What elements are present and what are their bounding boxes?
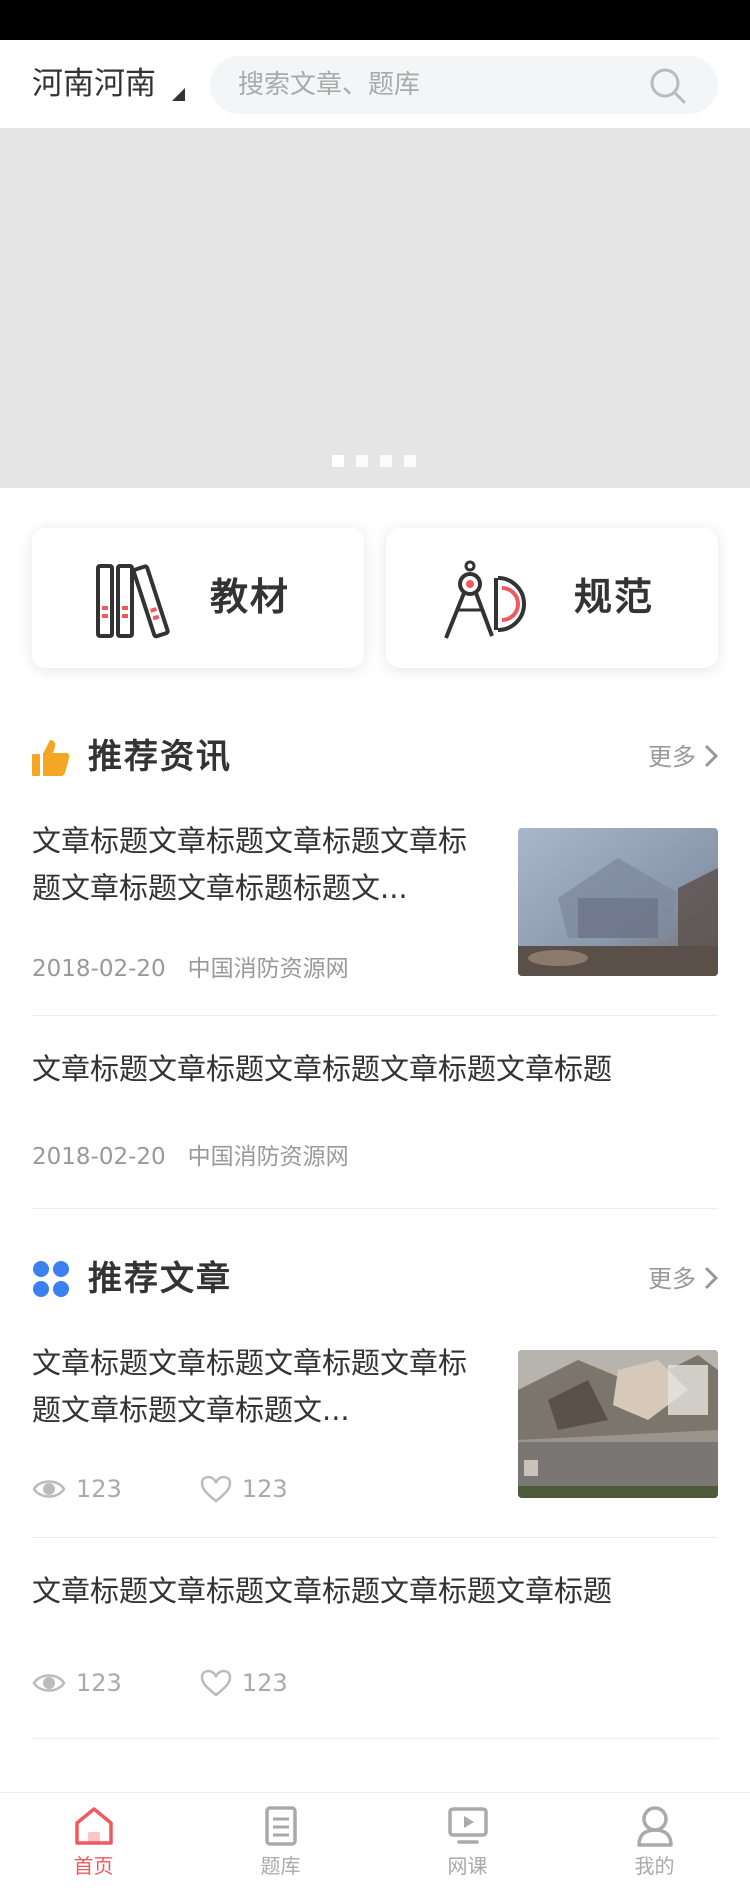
article-title[interactable]: 文章标题文章标题文章标题文章标题文章标题文章标题文... xyxy=(32,1340,482,1434)
article-stats: 123 123 xyxy=(32,1668,366,1698)
carousel-dot[interactable] xyxy=(332,455,344,467)
articles-section-header: 推荐文章 更多 xyxy=(32,1254,718,1304)
chevron-right-icon[interactable] xyxy=(704,744,718,768)
eye-icon xyxy=(32,1674,66,1692)
chevron-right-icon[interactable] xyxy=(704,1266,718,1290)
more-link[interactable]: 更多 xyxy=(648,742,696,772)
home-icon[interactable] xyxy=(73,1805,115,1847)
tab-label: 网课 xyxy=(447,1854,488,1878)
books-icon xyxy=(96,564,170,639)
divider xyxy=(32,1738,718,1739)
carousel-dot[interactable] xyxy=(380,455,392,467)
tab-online-course[interactable]: 网课 xyxy=(374,1793,561,1890)
article-date: 2018-02-20 xyxy=(32,956,166,982)
article-meta: 2018-02-20 中国消防资源网 xyxy=(32,1142,371,1172)
divider xyxy=(32,1015,718,1016)
eye-icon xyxy=(32,1480,66,1498)
article-stats: 123 123 xyxy=(32,1474,366,1504)
video-icon[interactable] xyxy=(447,1805,489,1847)
like-count-value: 123 xyxy=(241,1475,288,1503)
search-input[interactable]: 搜索文章、题库 xyxy=(238,69,420,101)
thumbs-up-icon xyxy=(32,740,70,776)
like-count[interactable]: 123 xyxy=(200,1474,310,1504)
tab-label: 首页 xyxy=(73,1854,114,1878)
section-title: 推荐资讯 xyxy=(88,737,232,777)
article-date: 2018-02-20 xyxy=(32,1144,166,1170)
article-title[interactable]: 文章标题文章标题文章标题文章标题文章标题文章标题标题文... xyxy=(32,818,482,912)
carousel-indicator xyxy=(332,455,416,467)
book-icon[interactable] xyxy=(260,1805,302,1847)
like-count-value: 123 xyxy=(241,1669,288,1697)
search-icon[interactable] xyxy=(648,66,688,106)
bottom-tab-bar: 首页 题库 网课 我的 xyxy=(0,1792,750,1890)
news-item[interactable]: 文章标题文章标题文章标题文章标题文章标题文章标题标题文... 2018-02-2… xyxy=(32,818,718,983)
user-icon[interactable] xyxy=(634,1805,676,1847)
top-header: 河南河南 搜索文章、题库 xyxy=(0,40,750,128)
article-title[interactable]: 文章标题文章标题文章标题文章标题文章标题 xyxy=(32,1046,718,1093)
carousel-dot[interactable] xyxy=(404,455,416,467)
carousel-dot[interactable] xyxy=(356,455,368,467)
news-item[interactable]: 文章标题文章标题文章标题文章标题文章标题 2018-02-20 中国消防资源网 xyxy=(32,1046,718,1176)
tab-label: 题库 xyxy=(260,1854,301,1878)
divider xyxy=(32,1208,718,1209)
article-thumbnail[interactable] xyxy=(518,1350,718,1498)
more-link[interactable]: 更多 xyxy=(648,1264,696,1294)
article-meta: 2018-02-20 中国消防资源网 xyxy=(32,954,371,984)
status-bar xyxy=(0,0,750,40)
search-bar[interactable]: 搜索文章、题库 xyxy=(210,56,718,114)
category-standard-card[interactable]: 规范 xyxy=(386,528,718,668)
article-source: 中国消防资源网 xyxy=(187,956,349,982)
like-count[interactable]: 123 xyxy=(200,1668,310,1698)
banner-carousel[interactable] xyxy=(0,128,750,488)
news-section-header: 推荐资讯 更多 xyxy=(32,732,718,782)
view-count-value: 123 xyxy=(76,1669,122,1697)
compass-ruler-icon xyxy=(444,560,526,639)
article-item[interactable]: 文章标题文章标题文章标题文章标题文章标题文章标题文... 123 123 xyxy=(32,1340,718,1505)
divider xyxy=(32,1537,718,1538)
article-thumbnail[interactable] xyxy=(518,828,718,976)
city-selector[interactable]: 河南河南 xyxy=(32,64,156,104)
tab-home[interactable]: 首页 xyxy=(0,1793,187,1890)
article-item[interactable]: 文章标题文章标题文章标题文章标题文章标题 123 123 xyxy=(32,1568,718,1708)
article-title[interactable]: 文章标题文章标题文章标题文章标题文章标题 xyxy=(32,1568,718,1615)
view-count-value: 123 xyxy=(76,1475,122,1503)
category-textbook-card[interactable]: 教材 xyxy=(32,528,364,668)
heart-icon[interactable] xyxy=(200,1475,232,1503)
view-count: 123 xyxy=(32,1474,144,1504)
grid-icon xyxy=(33,1261,69,1297)
category-label: 教材 xyxy=(210,575,291,619)
category-label: 规范 xyxy=(574,575,655,619)
tab-profile[interactable]: 我的 xyxy=(561,1793,748,1890)
tab-label: 我的 xyxy=(634,1854,675,1878)
section-title: 推荐文章 xyxy=(88,1259,232,1299)
caret-down-icon[interactable] xyxy=(172,88,185,101)
tab-question-bank[interactable]: 题库 xyxy=(187,1793,374,1890)
article-source: 中国消防资源网 xyxy=(187,1144,349,1170)
view-count: 123 xyxy=(32,1668,144,1698)
heart-icon[interactable] xyxy=(200,1669,232,1697)
